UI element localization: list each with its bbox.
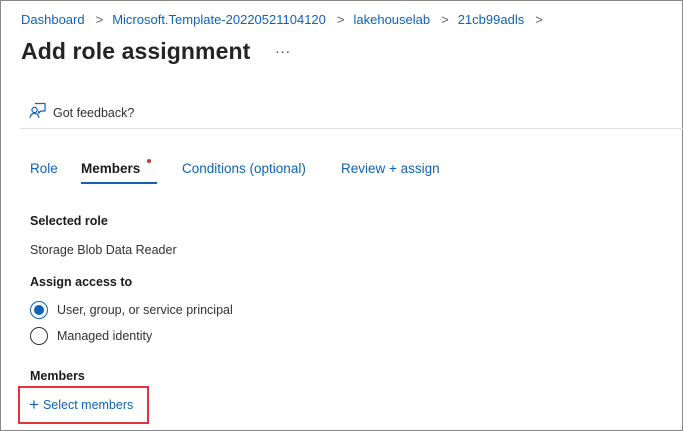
required-indicator-dot <box>147 159 151 163</box>
tab-conditions-label: Conditions (optional) <box>182 161 306 176</box>
assign-access-heading: Assign access to <box>30 275 133 289</box>
header-divider <box>20 128 683 129</box>
title-row: Add role assignment ... <box>21 38 291 65</box>
radio-managed-identity[interactable]: Managed identity <box>30 327 152 345</box>
page-title: Add role assignment <box>21 38 251 64</box>
breadcrumb-workspace[interactable]: lakehouselab <box>353 12 430 27</box>
radio-label: User, group, or service principal <box>57 303 233 317</box>
tab-members[interactable]: Members <box>81 158 157 184</box>
breadcrumb-storage-account[interactable]: 21cb99adls <box>458 12 525 27</box>
feedback-label: Got feedback? <box>53 105 135 120</box>
breadcrumb-separator: > <box>95 11 104 27</box>
breadcrumb-resource-group[interactable]: Microsoft.Template-20220521104120 <box>112 12 326 27</box>
feedback-person-icon <box>29 101 47 124</box>
tab-role-label: Role <box>30 161 58 176</box>
breadcrumb-separator: > <box>535 11 543 27</box>
tab-role[interactable]: Role <box>30 158 58 184</box>
tab-underline <box>81 182 157 184</box>
breadcrumb: Dashboard > Microsoft.Template-202205211… <box>21 10 552 28</box>
radio-label: Managed identity <box>57 329 153 343</box>
feedback-button[interactable]: Got feedback? <box>29 101 134 124</box>
select-members-link[interactable]: + Select members <box>18 386 149 424</box>
more-options-button[interactable]: ... <box>275 40 291 57</box>
breadcrumb-dashboard[interactable]: Dashboard <box>21 12 85 27</box>
breadcrumb-separator: > <box>336 11 345 27</box>
radio-user-group-principal[interactable]: User, group, or service principal <box>30 301 233 319</box>
selected-role-value: Storage Blob Data Reader <box>30 243 177 257</box>
tab-review-assign-label: Review + assign <box>341 161 440 176</box>
members-heading: Members <box>30 369 85 383</box>
tab-review-assign[interactable]: Review + assign <box>341 158 440 184</box>
radio-button-unchecked[interactable] <box>30 327 48 345</box>
radio-button-checked[interactable] <box>30 301 48 319</box>
select-members-label: Select members <box>42 398 134 412</box>
tab-conditions[interactable]: Conditions (optional) <box>182 158 306 184</box>
selected-role-heading: Selected role <box>30 214 108 228</box>
tab-members-label: Members <box>81 161 141 176</box>
breadcrumb-separator: > <box>441 11 449 27</box>
plus-icon: + <box>29 394 39 414</box>
